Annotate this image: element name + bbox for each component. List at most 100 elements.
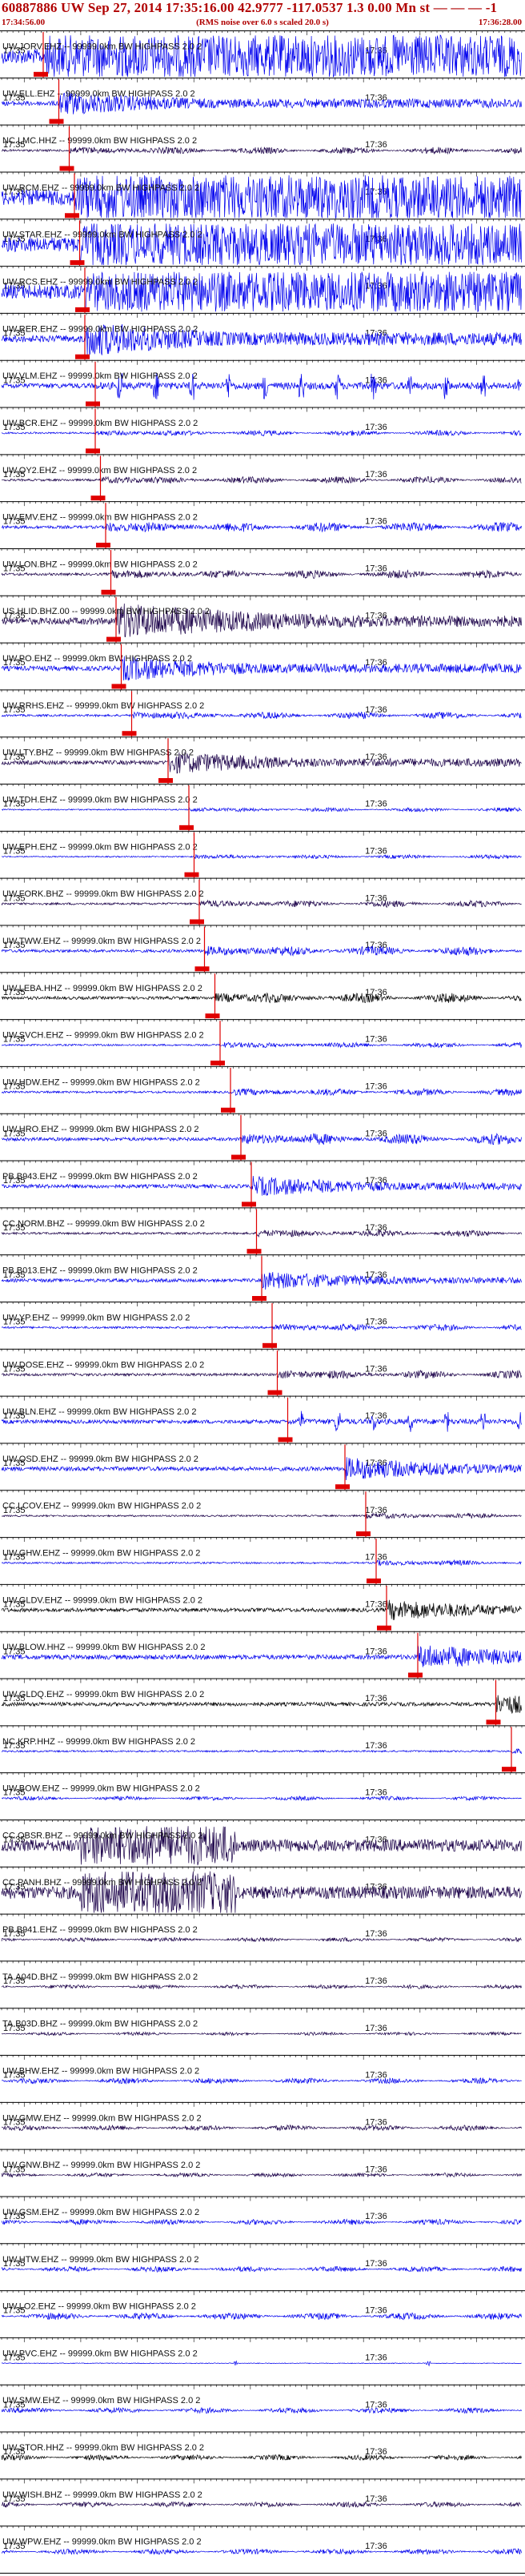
channel-label: UW.BCR.EHZ -- 99999.0km BW HIGHPASS 2.0 … (2, 419, 198, 428)
trace-row: 17:35 17:36UW.OY2.EHZ -- 99999.0km BW HIG… (0, 454, 525, 502)
channel-label: CC.PANH.BHZ -- 99999.0km BW HIGHPASS 2.0… (2, 1878, 202, 1888)
channel-label: UW.JORV.EHZ -- 99999.0km BW HIGHPASS 2.0… (2, 42, 202, 51)
waveform-trace (1, 569, 522, 580)
pick-flag (221, 1107, 235, 1113)
waveform-trace (1, 1512, 522, 1520)
channel-label: UW.GSM.EHZ -- 99999.0km BW HIGHPASS 2.0 … (2, 2208, 199, 2217)
trace-row: 17:35 17:36UW.GHW.EHZ -- 99999.0km BW HIG… (0, 1537, 525, 1584)
waveform-trace (1, 429, 522, 437)
minute-tick-label: 17:36 (365, 1694, 387, 1703)
trace-row: 17:35 17:36UW.SVCH.EHZ -- 99999.0km BW HI… (0, 1019, 525, 1066)
trace-row: 17:35 17:36UW.ELL.EHZ -- 99999.0km BW HIG… (0, 77, 525, 125)
minute-tick-label: 17:36 (365, 1035, 387, 1045)
trace-row: 17:35 17:36UW.PVC.EHZ -- 99999.0km BW HIG… (0, 2337, 525, 2367)
waveform-trace (1, 899, 522, 908)
waveform-trace (1, 1229, 522, 1238)
trace-row: 17:35 17:36CC.OBSR.BHZ -- 99999.0km BW HI… (0, 1819, 525, 1866)
trace-row: 17:35 17:36NC.LMC.HHZ -- 99999.0km BW HIG… (0, 124, 525, 172)
pick-flag (122, 731, 137, 736)
trace-row: 17:35 17:36UW.YP.EHZ -- 99999.0km BW HIGH… (0, 1302, 525, 1349)
trace-row: 17:35 17:36UW.BOW.EHZ -- 99999.0km BW HIG… (0, 1772, 525, 1802)
waveform-trace (1, 521, 522, 533)
minute-tick-label: 17:36 (365, 893, 387, 903)
channel-label: UW.RER.EHZ -- 99999.0km BW HIGHPASS 2.0 … (2, 324, 198, 334)
pick-flag (190, 919, 204, 925)
pick-flag (70, 260, 85, 266)
channel-label: UW.GNW.BHZ -- 99999.0km BW HIGHPASS 2.0 … (2, 2161, 200, 2170)
pick-flag (242, 1202, 256, 1207)
trace-row: 17:35 17:36UW.STAR.EHZ -- 99999.0km BW HI… (0, 219, 525, 267)
waveform-trace (1, 2218, 522, 2226)
pick-flag (59, 166, 74, 171)
trace-row: 17:35 17:36CC.PANH.BHZ -- 99999.0km BW HI… (0, 1866, 525, 1913)
trace-row: 17:35 17:36UW.BLN.EHZ -- 99999.0km BW HIG… (0, 1395, 525, 1443)
channel-label: UW.HDW.EHZ -- 99999.0km BW HIGHPASS 2.0 … (2, 1077, 200, 1087)
seismogram-panel: 17:35 17:36UW.JORV.EHZ -- 99999.0km BW HI… (0, 30, 525, 2574)
waveform-trace (1, 992, 522, 1004)
minute-tick-label: 17:36 (365, 2212, 387, 2221)
pick-flag (367, 1578, 381, 1583)
minute-tick-label: 17:36 (365, 564, 387, 574)
channel-label: UW.GLDQ.EHZ -- 99999.0km BW HIGHPASS 2.0… (2, 1690, 204, 1699)
trace-row: 17:35 17:36UW.FORK.BHZ -- 99999.0km BW HI… (0, 877, 525, 925)
trace-row: 17:35 17:36UW.DOSE.EHZ -- 99999.0km BW HI… (0, 1348, 525, 1396)
channel-label: UW.FORK.BHZ -- 99999.0km BW HIGHPASS 2.0… (2, 889, 204, 899)
trace-row: 17:35 17:36UW.LO2.EHZ -- 99999.0km BW HIG… (0, 2290, 525, 2321)
trace-row: 17:35 17:36UW.BLOW.HHZ -- 99999.0km BW HI… (0, 1631, 525, 1679)
waveform-trace (1, 945, 522, 957)
channel-label: UW.VLM.EHZ -- 99999.0km BW HIGHPASS 2.0 … (2, 371, 198, 381)
waveform-trace (1, 1984, 522, 1990)
channel-label: UW.LON.BHZ -- 99999.0km BW HIGHPASS 2.0 … (2, 560, 198, 569)
pick-flag (96, 542, 110, 548)
pick-flag (377, 1625, 391, 1631)
waveform-trace (1, 711, 522, 720)
pick-flag (205, 1013, 220, 1019)
waveform-trace (1, 1323, 522, 1331)
minute-tick-label: 17:36 (365, 1599, 387, 1609)
channel-label: US.HLID.BHZ.00 -- 99999.0km BW HIGHPASS … (2, 607, 210, 616)
channel-label: NC.KRP.HHZ -- 99999.0km BW HIGHPASS 2.0 … (2, 1737, 195, 1747)
pick-flag (335, 1484, 350, 1490)
trace-row: 17:35 17:36UW.BHW.EHZ -- 99999.0km BW HIG… (0, 2055, 525, 2084)
pick-flag (158, 778, 173, 784)
channel-label: UW.OY2.EHZ -- 99999.0km BW HIGHPASS 2.0 … (2, 466, 197, 475)
channel-label: UW.TDH.EHZ -- 99999.0km BW HIGHPASS 2.0 … (2, 796, 198, 805)
channel-label: UW.BHW.EHZ -- 99999.0km BW HIGHPASS 2.0 … (2, 2067, 199, 2076)
trace-row: 17:35 17:36UW.OSD.EHZ -- 99999.0km BW HIG… (0, 1442, 525, 1491)
pick-flag (75, 307, 90, 312)
waveform-trace (1, 1559, 522, 1567)
trace-row: 17:35 17:36CC.NORM.BHZ -- 99999.0km BW HI… (0, 1207, 525, 1255)
waveform-trace (1, 2124, 522, 2132)
trace-row: 17:35 17:36TA.B03D.BHZ -- 99999.0km BW HI… (0, 2008, 525, 2036)
minute-tick-label: 17:36 (365, 2024, 387, 2033)
channel-label: UW.DOSE.EHZ -- 99999.0km BW HIGHPASS 2.0… (2, 1360, 204, 1370)
waveform-trace (1, 1936, 522, 1943)
pick-flag (194, 966, 210, 972)
channel-label: UW.HTW.EHZ -- 99999.0km BW HIGHPASS 2.0 … (2, 2255, 199, 2265)
pick-flag (86, 401, 100, 407)
channel-label: UW.RRHS.EHZ -- 99999.0km BW HIGHPASS 2.0… (2, 701, 204, 711)
pick-flag (231, 1154, 246, 1160)
pick-flag (86, 448, 100, 454)
channel-label: UW.RCS.EHZ -- 99999.0km BW HIGHPASS 2.0 … (2, 278, 198, 287)
pick-flag (65, 213, 79, 219)
channel-label: PB.B943.EHZ -- 99999.0km BW HIGHPASS 2.0… (2, 1172, 198, 1182)
trace-row: 17:35 17:36UW.EMV.EHZ -- 99999.0km BW HIG… (0, 501, 525, 548)
trace-row: 17:35 17:36UW.TWW.EHZ -- 99999.0km BW HIG… (0, 925, 525, 973)
minute-tick-label: 17:36 (365, 2306, 387, 2316)
pick-flag (179, 825, 194, 830)
trace-row: 17:35 17:36UW.RRHS.EHZ -- 99999.0km BW HI… (0, 689, 525, 737)
minute-tick-label: 17:36 (365, 517, 387, 527)
pick-flag (252, 1296, 267, 1301)
minute-tick-label: 17:36 (365, 1129, 387, 1138)
channel-label: UW.SVCH.EHZ -- 99999.0km BW HIGHPASS 2.0… (2, 1031, 204, 1041)
minute-tick-label: 17:36 (365, 800, 387, 809)
minute-tick-label: 17:36 (365, 140, 387, 150)
trace-row: 17:35 17:36NC.KRP.HHZ -- 99999.0km BW HIG… (0, 1725, 525, 1773)
channel-label: UW.ELL.EHZ -- 99999.0km BW HIGHPASS 2.0 … (2, 89, 195, 98)
waveform-trace (1, 1133, 522, 1146)
trace-row: 17:35 17:36UW.GLDQ.EHZ -- 99999.0km BW HI… (0, 1678, 525, 1726)
trace-row: 17:35 17:36UW.VLM.EHZ -- 99999.0km BW HIG… (0, 359, 525, 407)
waveform-trace (1, 146, 522, 155)
channel-label: UW.BLN.EHZ -- 99999.0km BW HIGHPASS 2.0 … (2, 1407, 196, 1417)
